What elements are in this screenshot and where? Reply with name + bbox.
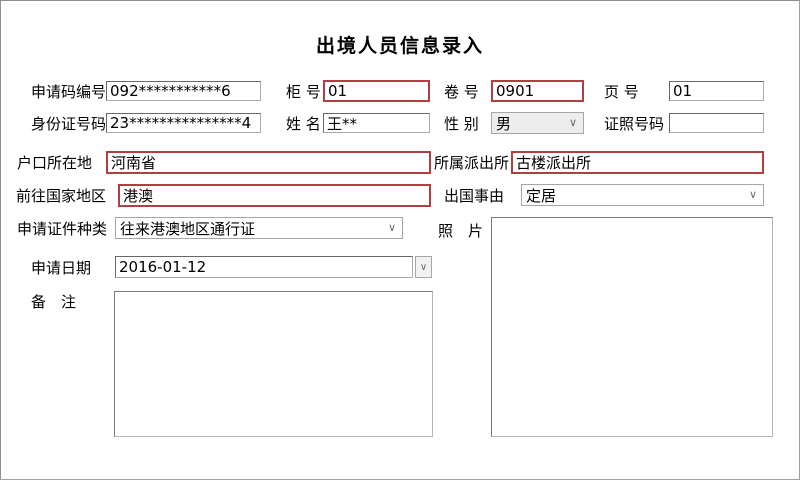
application-date-input[interactable] (115, 256, 413, 278)
name-label: 姓 名 (286, 115, 321, 133)
certificate-type-label: 申请证件种类 (17, 220, 108, 238)
chevron-down-icon: ∨ (387, 221, 396, 235)
counter-no-label: 柜 号 (286, 83, 321, 101)
gender-select[interactable]: 男 ∨ (491, 112, 584, 134)
certificate-type-selected-value: 往来港澳地区通行证 (120, 219, 256, 238)
chevron-down-icon: ∨ (419, 261, 428, 273)
chevron-down-icon: ∨ (748, 188, 757, 202)
gender-selected-value: 男 (496, 114, 512, 133)
exit-personnel-entry-window: 出境人员信息录入 申请码编号 柜 号 卷 号 页 号 身份证号码 姓 名 性 别… (0, 0, 800, 480)
destination-input[interactable] (118, 184, 431, 207)
id-number-label: 身份证号码 (31, 115, 107, 133)
certificate-type-select[interactable]: 往来港澳地区通行证 ∨ (115, 217, 403, 239)
volume-no-label: 卷 号 (444, 83, 479, 101)
police-station-input[interactable] (511, 151, 764, 174)
application-code-input[interactable] (106, 81, 261, 101)
household-location-input[interactable] (106, 151, 431, 174)
page-no-label: 页 号 (604, 83, 639, 101)
household-location-label: 户口所在地 (17, 154, 93, 172)
date-picker-button[interactable]: ∨ (415, 256, 432, 278)
application-code-label: 申请码编号 (31, 83, 107, 101)
exit-reason-selected-value: 定居 (526, 186, 557, 205)
name-input[interactable] (323, 113, 430, 133)
id-number-input[interactable] (106, 113, 261, 133)
passport-no-input[interactable] (669, 113, 764, 133)
photo-box (491, 217, 773, 437)
exit-reason-select[interactable]: 定居 ∨ (521, 184, 764, 206)
counter-no-input[interactable] (323, 80, 430, 102)
application-date-label: 申请日期 (31, 259, 92, 277)
police-station-label: 所属派出所 (434, 154, 510, 172)
page-title: 出境人员信息录入 (315, 35, 484, 57)
destination-label: 前往国家地区 (16, 187, 107, 205)
volume-no-input[interactable] (491, 80, 584, 102)
exit-reason-label: 出国事由 (444, 187, 505, 205)
gender-label: 性 别 (444, 115, 479, 133)
remarks-label: 备 注 (31, 293, 77, 311)
chevron-down-icon: ∨ (568, 116, 577, 130)
passport-no-label: 证照号码 (604, 115, 665, 133)
remarks-textarea[interactable] (114, 291, 433, 437)
photo-label: 照 片 (438, 222, 484, 240)
page-no-input[interactable] (669, 81, 764, 101)
